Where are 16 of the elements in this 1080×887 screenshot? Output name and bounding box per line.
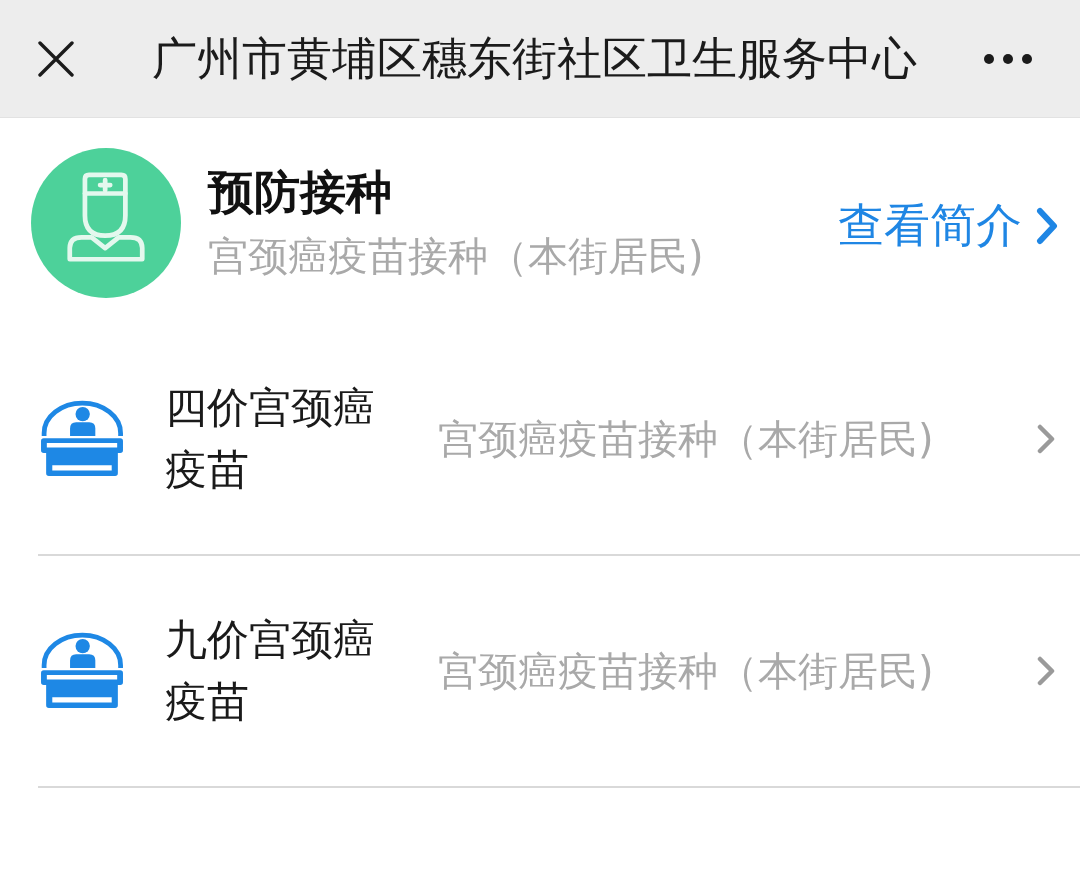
doctor-icon	[31, 148, 181, 298]
person-at-desk-icon	[40, 400, 124, 478]
vaccine-name[interactable]: 四价宫颈癌疫苗	[165, 377, 405, 501]
view-intro-link[interactable]: 查看简介	[838, 195, 1058, 257]
chevron-right-icon[interactable]	[1037, 424, 1055, 454]
more-icon[interactable]	[984, 53, 1032, 64]
chevron-right-icon[interactable]	[1037, 656, 1055, 686]
service-subtitle: 宫颈癌疫苗接种（本街居民)	[208, 232, 705, 281]
vaccine-description: 宫颈癌疫苗接种（本街居民)	[438, 414, 935, 464]
vaccine-name[interactable]: 九价宫颈癌疫苗	[165, 609, 405, 733]
chevron-right-icon	[1036, 207, 1058, 245]
vaccine-description: 宫颈癌疫苗接种（本街居民)	[438, 646, 935, 696]
close-icon[interactable]	[38, 40, 74, 77]
service-title: 预防接种	[208, 165, 393, 219]
page-title: 广州市黄埔区穗东街社区卫生服务中心	[152, 31, 918, 86]
person-at-desk-icon	[40, 632, 124, 710]
